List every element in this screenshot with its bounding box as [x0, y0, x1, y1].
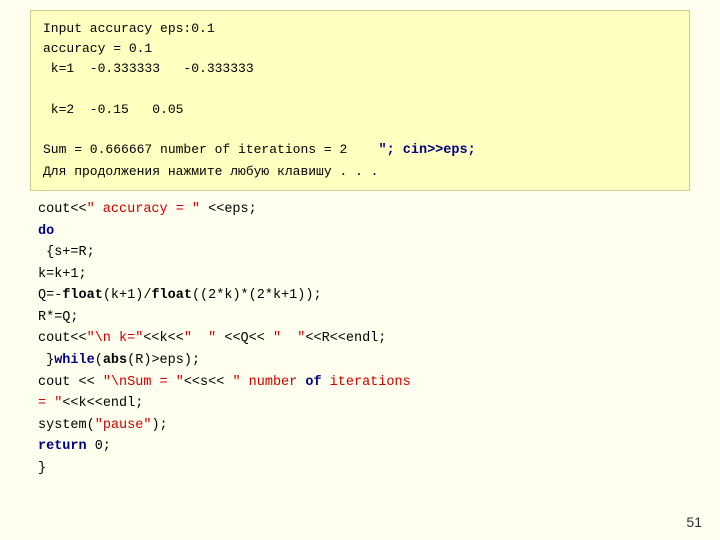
code-area: cout<<" accuracy = " <<eps; do {s+=R; k=… — [30, 199, 690, 480]
code-line-8: }while(abs(R)>eps); — [38, 350, 690, 372]
code-line-6: R*=Q; — [38, 307, 690, 329]
code-line-11: system("pause"); — [38, 415, 690, 437]
slide-number: 51 — [686, 514, 702, 530]
output-line-4 — [43, 79, 677, 99]
code-line-1: cout<<" accuracy = " <<eps; — [38, 199, 690, 221]
code-line-7: cout<<"\n k="<<k<<" " <<Q<< " "<<R<<endl… — [38, 328, 690, 350]
code-line-5: Q=-float(k+1)/float((2*k)*(2*k+1)); — [38, 285, 690, 307]
code-line-2: do — [38, 221, 690, 243]
output-line-2: accuracy = 0.1 — [43, 39, 677, 59]
inline-code: "; cin>>eps; — [378, 143, 475, 158]
code-line-9: cout << "\nSum = "<<s<< " number of iter… — [38, 372, 690, 394]
output-line-6 — [43, 120, 677, 140]
code-line-13: } — [38, 458, 690, 480]
output-line-7: Sum = 0.666667 number of iterations = 2 … — [43, 140, 677, 162]
output-line-1: Input accuracy eps:0.1 — [43, 19, 677, 39]
code-line-4: k=k+1; — [38, 264, 690, 286]
output-box: Input accuracy eps:0.1 accuracy = 0.1 k=… — [30, 10, 690, 191]
output-line-5: k=2 -0.15 0.05 — [43, 100, 677, 120]
code-line-10: = "<<k<<endl; — [38, 393, 690, 415]
code-line-3: {s+=R; — [38, 242, 690, 264]
output-line-3: k=1 -0.333333 -0.333333 — [43, 59, 677, 79]
slide-container: Input accuracy eps:0.1 accuracy = 0.1 k=… — [0, 0, 720, 540]
code-line-12: return 0; — [38, 436, 690, 458]
output-continuation: Для продолжения нажмите любую клавишу . … — [43, 162, 677, 182]
